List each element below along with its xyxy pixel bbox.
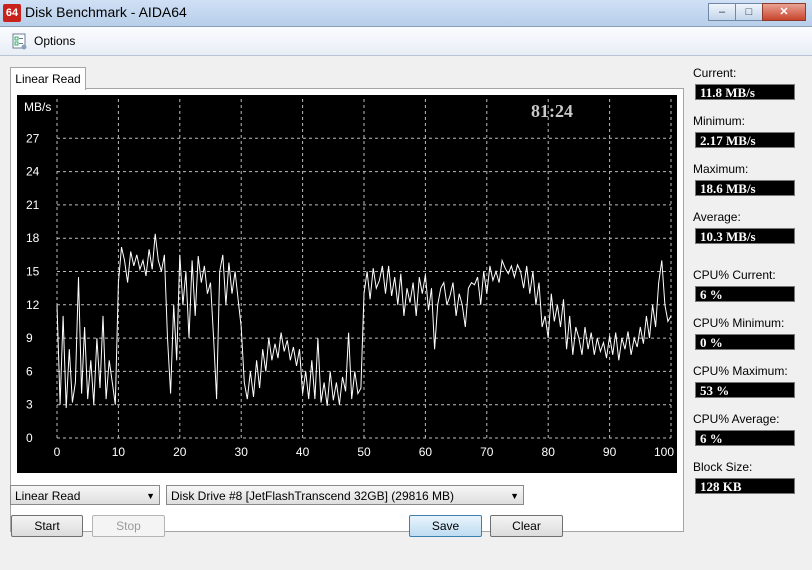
stat-value: 11.8 MB/s xyxy=(695,84,795,100)
title-bar: 64 Disk Benchmark - AIDA64 – □ ✕ xyxy=(0,0,812,27)
options-menu-label: Options xyxy=(34,34,76,48)
benchmark-chart: 0 10 20 30 40 50 60 70 80 90 100 % 0 3 6 9 12 15 18 21 24 27… xyxy=(17,95,677,473)
x-tick-label: 80 xyxy=(542,445,556,459)
drive-value: Disk Drive #8 [JetFlashTranscend 32GB] (… xyxy=(171,489,455,503)
stat-label: Average: xyxy=(693,210,741,224)
y-tick-label: 12 xyxy=(26,298,40,312)
save-button[interactable]: Save xyxy=(409,515,482,537)
minimize-button[interactable]: – xyxy=(708,3,736,21)
maximize-button[interactable]: □ xyxy=(735,3,763,21)
stat-label: CPU% Current: xyxy=(693,268,776,282)
drive-select[interactable]: Disk Drive #8 [JetFlashTranscend 32GB] (… xyxy=(166,485,524,505)
test-type-value: Linear Read xyxy=(15,489,81,503)
benchmark-panel: 0 10 20 30 40 50 60 70 80 90 100 % 0 3 6 9 12 15 18 21 24 27… xyxy=(10,88,684,532)
chevron-down-icon: ▼ xyxy=(510,491,519,501)
stat-label: Block Size: xyxy=(693,460,753,474)
elapsed-timer: 81:24 xyxy=(531,101,573,121)
stat-value: 128 KB xyxy=(695,478,795,494)
x-tick-label: 100 % xyxy=(654,445,677,459)
stat-label: CPU% Maximum: xyxy=(693,364,788,378)
stat-value: 6 % xyxy=(695,430,795,446)
y-tick-label: 24 xyxy=(26,165,40,179)
stat-label: Current: xyxy=(693,66,737,80)
options-menu[interactable]: Options xyxy=(10,31,75,51)
stat-label: Minimum: xyxy=(693,114,746,128)
y-tick-label: 6 xyxy=(26,364,33,378)
y-tick-label: 27 xyxy=(26,131,40,145)
y-tick-label: 21 xyxy=(26,198,40,212)
y-tick-label: 9 xyxy=(26,331,33,345)
x-tick-label: 10 xyxy=(112,445,126,459)
x-tick-label: 50 xyxy=(357,445,371,459)
chart-background xyxy=(17,95,677,473)
y-tick-label: 3 xyxy=(26,398,33,412)
x-tick-label: 0 xyxy=(54,445,61,459)
window-controls: – □ ✕ xyxy=(708,3,806,21)
stat-value: 18.6 MB/s xyxy=(695,180,795,196)
options-checklist-icon xyxy=(12,33,27,50)
start-button[interactable]: Start xyxy=(11,515,83,537)
x-tick-label: 20 xyxy=(173,445,187,459)
chevron-down-icon: ▼ xyxy=(146,491,155,501)
menu-bar: Options xyxy=(0,27,812,56)
stat-label: CPU% Average: xyxy=(693,412,780,426)
y-tick-label: 0 xyxy=(26,431,33,445)
x-tick-label: 40 xyxy=(296,445,310,459)
x-tick-label: 60 xyxy=(419,445,433,459)
stat-value: 6 % xyxy=(695,286,795,302)
y-axis-label: MB/s xyxy=(24,100,51,114)
x-tick-label: 70 xyxy=(480,445,494,459)
clear-button[interactable]: Clear xyxy=(490,515,563,537)
stat-label: Maximum: xyxy=(693,162,749,176)
stat-value: 53 % xyxy=(695,382,795,398)
test-type-select[interactable]: Linear Read ▼ xyxy=(10,485,160,505)
aida64-app-icon: 64 xyxy=(3,4,21,22)
window-title: Disk Benchmark - AIDA64 xyxy=(25,4,187,20)
stop-button[interactable]: Stop xyxy=(92,515,165,537)
stat-label: CPU% Minimum: xyxy=(693,316,785,330)
stat-value: 2.17 MB/s xyxy=(695,132,795,148)
y-tick-label: 18 xyxy=(26,231,40,245)
close-button[interactable]: ✕ xyxy=(762,3,806,21)
y-tick-label: 15 xyxy=(26,265,40,279)
stat-value: 0 % xyxy=(695,334,795,350)
client-area: Linear Read 0 10 20 30 40 50 60 70 80 90 100 % 0 3 6 9… xyxy=(0,56,812,570)
x-tick-label: 30 xyxy=(235,445,249,459)
x-tick-label: 90 xyxy=(603,445,617,459)
tab-linear-read[interactable]: Linear Read xyxy=(10,67,86,90)
stat-value: 10.3 MB/s xyxy=(695,228,795,244)
